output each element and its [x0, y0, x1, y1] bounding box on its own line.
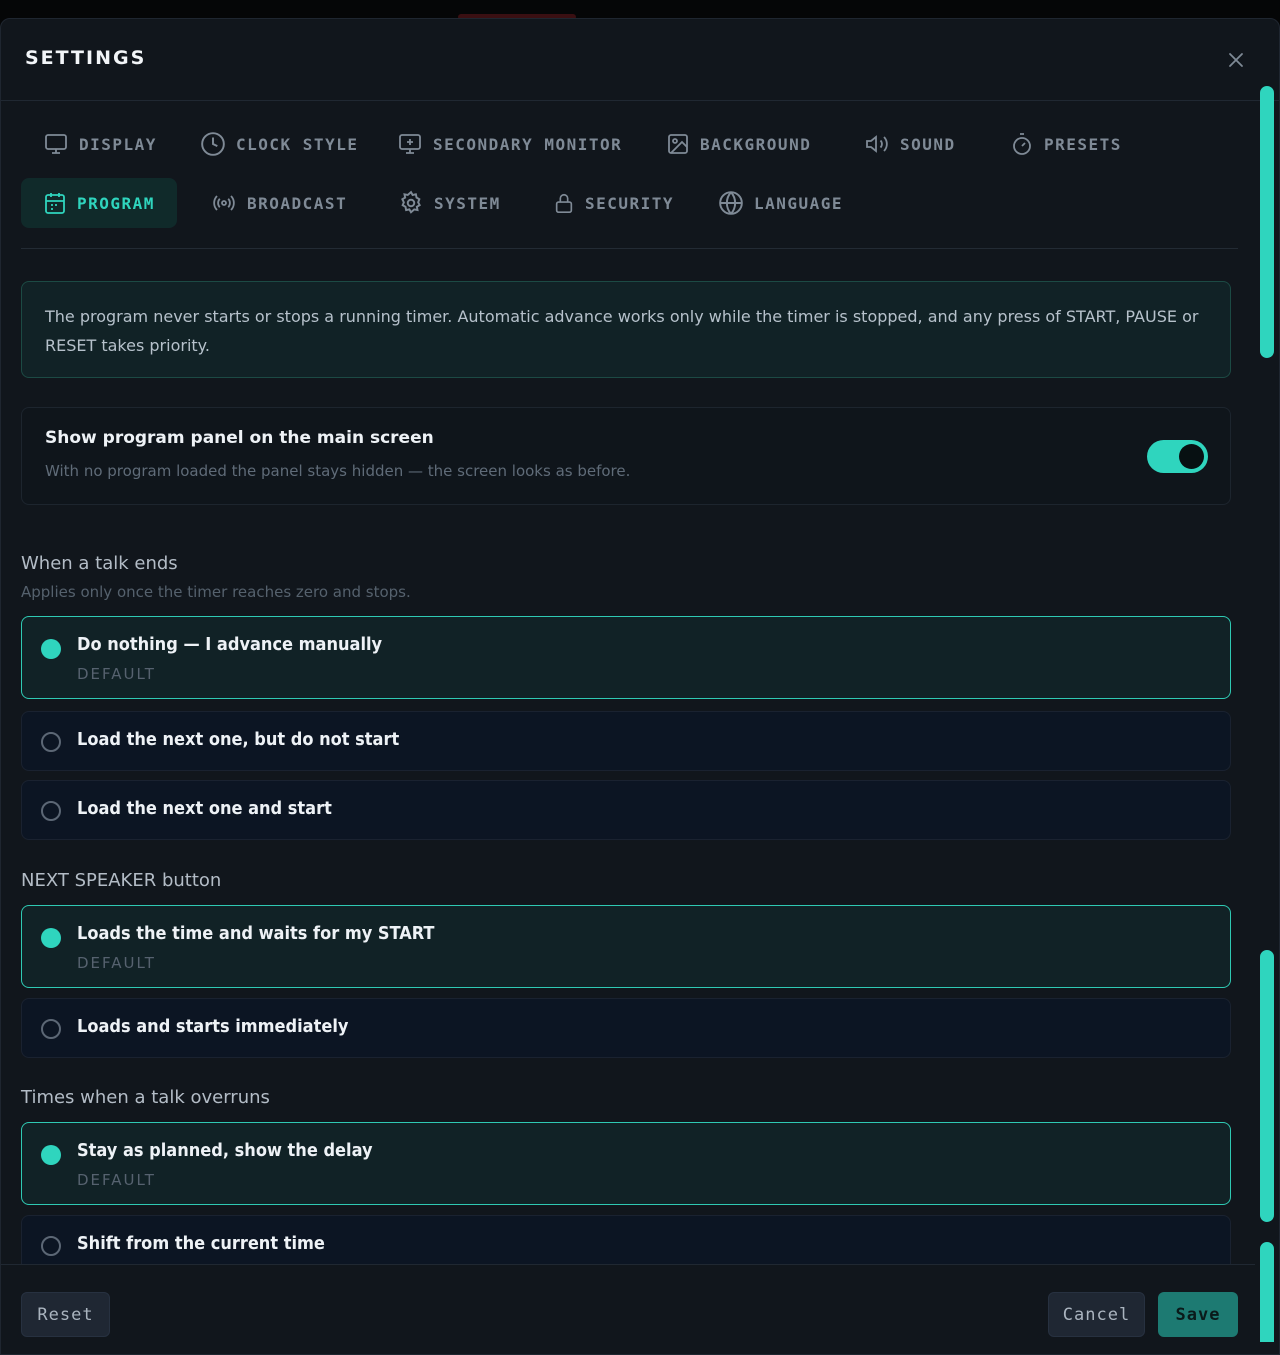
talk-ends-option-manual[interactable]: Do nothing — I advance manually DEFAULT [21, 616, 1231, 699]
monitor-plus-icon [399, 134, 421, 154]
globe-icon [719, 191, 743, 215]
monitor-icon [45, 134, 67, 154]
tab-system[interactable]: SYSTEM [376, 178, 501, 228]
tab-display[interactable]: DISPLAY [21, 119, 157, 169]
next-speaker-label: NEXT SPEAKER button [21, 870, 222, 891]
tab-presets[interactable]: PRESETS [988, 119, 1122, 169]
option-label: Stay as planned, show the delay [77, 1140, 373, 1161]
radio-unselected [41, 732, 61, 752]
default-tag: DEFAULT [77, 954, 156, 972]
modal-header: SETTINGS [1, 19, 1279, 101]
talk-ends-option-load-next[interactable]: Load the next one, but do not start [21, 711, 1231, 771]
modal-title: SETTINGS [25, 47, 147, 69]
program-info-note: The program never starts or stops a runn… [21, 281, 1231, 378]
overrun-option-planned[interactable]: Stay as planned, show the delay DEFAULT [21, 1122, 1231, 1205]
broadcast-icon [213, 195, 235, 211]
option-label: Do nothing — I advance manually [77, 634, 383, 655]
default-tag: DEFAULT [77, 1171, 156, 1189]
lock-icon [555, 193, 573, 213]
talk-ends-subtitle: Applies only once the timer reaches zero… [21, 583, 411, 601]
option-label: Loads and starts immediately [77, 1016, 349, 1037]
modal-footer: Reset Cancel Save [1, 1264, 1255, 1354]
radio-selected [41, 1145, 61, 1165]
image-icon [668, 134, 688, 154]
radio-unselected [41, 1019, 61, 1039]
timer-icon [1013, 133, 1031, 155]
calendar-icon [45, 193, 65, 214]
show-program-panel-toggle[interactable] [1147, 440, 1208, 473]
overrun-option-shift[interactable]: Shift from the current time [21, 1215, 1231, 1264]
option-label: Load the next one, but do not start [77, 729, 400, 750]
save-button[interactable]: Save [1158, 1292, 1238, 1337]
talk-ends-option-load-start[interactable]: Load the next one and start [21, 780, 1231, 840]
toggle-knob [1179, 444, 1204, 469]
settings-content[interactable]: DISPLAY CLOCK STYLE SECONDARY MONITOR BA… [1, 101, 1255, 1264]
radio-selected [41, 928, 61, 948]
tab-security[interactable]: SECURITY [531, 178, 674, 228]
show-program-panel-title: Show program panel on the main screen [45, 428, 434, 448]
reset-button[interactable]: Reset [21, 1292, 110, 1337]
radio-unselected [41, 1236, 61, 1256]
close-button[interactable] [1225, 49, 1247, 71]
close-icon [1229, 53, 1243, 67]
speaker-icon [866, 135, 888, 153]
scrollbar-thumb[interactable] [1260, 86, 1274, 358]
tab-sound[interactable]: SOUND [842, 119, 956, 169]
tab-secondary-monitor[interactable]: SECONDARY MONITOR [375, 119, 622, 169]
default-tag: DEFAULT [77, 665, 156, 683]
gear-icon [401, 190, 421, 214]
option-label: Shift from the current time [77, 1233, 325, 1254]
show-program-panel-setting: Show program panel on the main screen Wi… [21, 407, 1231, 505]
tab-background[interactable]: BACKGROUND [644, 119, 811, 169]
radio-selected [41, 639, 61, 659]
tab-broadcast[interactable]: BROADCAST [189, 178, 347, 228]
option-label: Load the next one and start [77, 798, 332, 819]
scrollbar-thumb-outer[interactable] [1260, 1242, 1274, 1342]
cancel-button[interactable]: Cancel [1048, 1292, 1145, 1337]
option-label: Loads the time and waits for my START [77, 923, 435, 944]
next-speaker-option-wait[interactable]: Loads the time and waits for my START DE… [21, 905, 1231, 988]
clock-icon [201, 132, 225, 156]
overrun-label: Times when a talk overruns [21, 1087, 270, 1108]
settings-modal: SETTINGS DISPLAY CLOCK STYLE SECONDARY M… [0, 18, 1280, 1355]
tab-language[interactable]: LANGUAGE [696, 178, 843, 228]
next-speaker-option-start[interactable]: Loads and starts immediately [21, 998, 1231, 1058]
settings-tabs: DISPLAY CLOCK STYLE SECONDARY MONITOR BA… [21, 101, 1238, 249]
talk-ends-label: When a talk ends [21, 553, 178, 574]
tab-program[interactable]: PROGRAM [21, 178, 177, 228]
show-program-panel-subtitle: With no program loaded the panel stays h… [45, 462, 631, 480]
radio-unselected [41, 801, 61, 821]
scrollbar-thumb-secondary[interactable] [1260, 950, 1274, 1222]
tab-clock-style[interactable]: CLOCK STYLE [178, 119, 358, 169]
